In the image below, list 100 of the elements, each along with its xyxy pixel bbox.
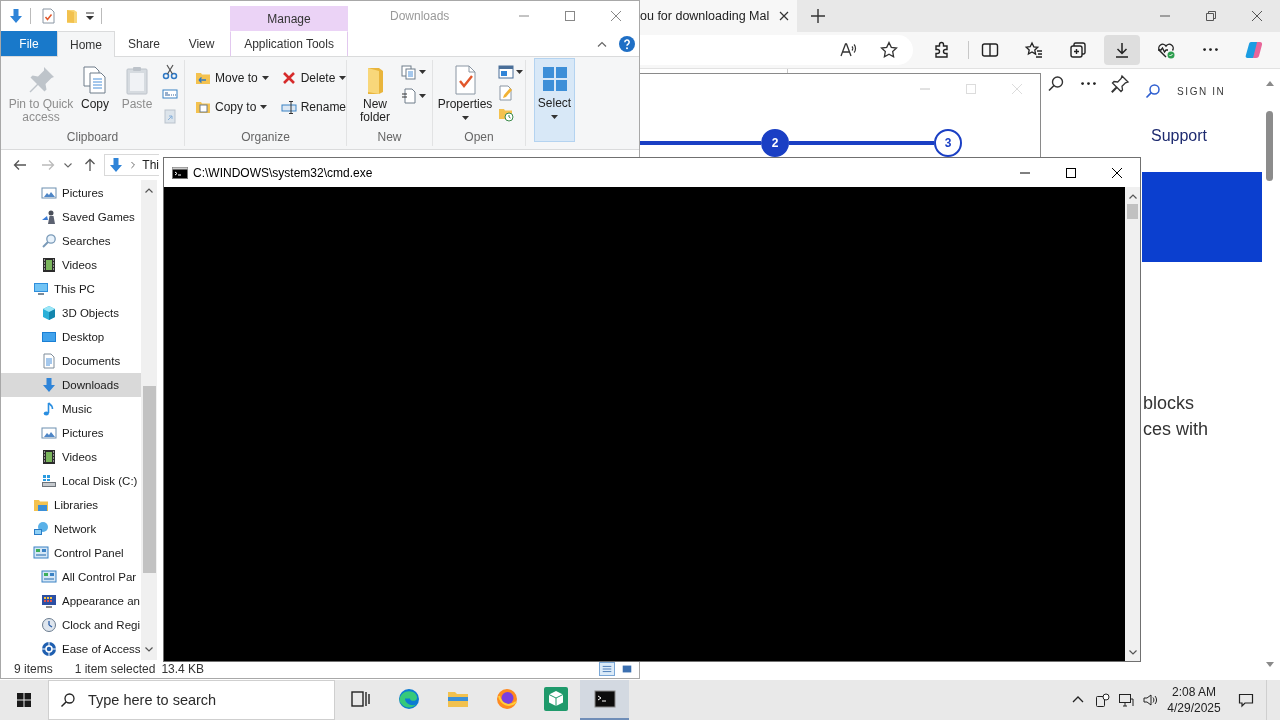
up-arrow-icon[interactable] (82, 157, 98, 173)
scroll-down-arrow-icon[interactable] (1265, 662, 1274, 667)
monitor-icon[interactable] (1118, 692, 1134, 708)
tree-item[interactable]: Pictures (1, 421, 141, 445)
scrollbar[interactable] (141, 180, 157, 660)
download-arrow-icon (41, 377, 57, 393)
caret-icon (339, 76, 347, 80)
tree-item[interactable]: Libraries (1, 493, 141, 517)
star-list-icon (1024, 40, 1044, 60)
contextual-tab-header: Manage (230, 6, 348, 31)
select-button[interactable]: Select (534, 58, 575, 142)
taskbar-button[interactable] (580, 680, 629, 720)
ribbon-button[interactable]: Delete (277, 67, 350, 89)
ribbon-tab[interactable]: View (173, 31, 231, 56)
help-icon[interactable] (619, 35, 635, 52)
search-field[interactable]: Type here to search (48, 680, 335, 720)
control-panel-icon (41, 569, 57, 585)
caret-icon[interactable] (516, 70, 523, 74)
caret-icon[interactable] (419, 94, 426, 98)
speech-bubble-icon[interactable] (1238, 692, 1254, 708)
properties-button[interactable]: Properties (435, 60, 495, 120)
close-icon[interactable] (1252, 11, 1262, 21)
ribbon-button[interactable]: Move to (192, 67, 272, 89)
windows-logo-icon[interactable] (16, 692, 32, 708)
tree-item[interactable]: Saved Games (1, 205, 141, 229)
round-logo-icon (494, 687, 519, 711)
tree-item[interactable]: Music (1, 397, 141, 421)
paragraph-text: blocks ces with (1142, 392, 1209, 441)
scroll-thumb[interactable] (1127, 204, 1138, 219)
sign-in-link[interactable]: SIGN IN (1177, 85, 1226, 97)
checklist-page-icon[interactable] (40, 8, 56, 24)
ribbon-button[interactable]: Copy to (192, 96, 272, 118)
scissors-icon[interactable] (162, 64, 178, 80)
scroll-thumb[interactable] (1266, 111, 1273, 181)
window-icon[interactable] (498, 64, 514, 80)
nav-link[interactable]: Support (1151, 127, 1208, 144)
tree-item[interactable]: Desktop (1, 325, 141, 349)
scroll-up-arrow-icon[interactable] (1265, 81, 1274, 86)
browser-tab[interactable]: ou for downloading Mal (639, 0, 797, 32)
scroll-thumb[interactable] (142, 386, 156, 573)
details-view-icon[interactable] (599, 662, 615, 676)
more-icon[interactable] (1080, 82, 1096, 86)
close-icon[interactable] (1112, 167, 1122, 178)
page-icon[interactable] (401, 88, 417, 104)
caret-icon[interactable] (419, 70, 426, 74)
group-label: Open (463, 129, 495, 146)
copy-button[interactable]: Copy (79, 60, 111, 111)
dropdown-icon[interactable] (85, 11, 95, 21)
tree-item[interactable]: This PC (1, 277, 141, 301)
tree-item[interactable]: Pictures (1, 181, 141, 205)
date-text[interactable]: 4/29/2025 (1167, 700, 1221, 716)
scrollbar[interactable] (1125, 187, 1140, 661)
tree-item[interactable]: All Control Par (1, 565, 141, 589)
tree-item[interactable]: Local Disk (C:) (1, 469, 141, 493)
download-arrow-icon[interactable] (8, 8, 24, 24)
back-arrow-icon[interactable] (12, 157, 28, 173)
ribbon-tab[interactable]: Application Tools (230, 31, 349, 56)
search-icon[interactable] (1046, 74, 1066, 94)
address-field[interactable]: Thi (104, 154, 159, 176)
group-label: Clipboard (65, 129, 120, 146)
logo-icon (1244, 40, 1264, 60)
tree-item[interactable]: Clock and Regi (1, 613, 141, 637)
star-icon[interactable] (879, 40, 899, 60)
network-icon (33, 521, 49, 537)
tree-item[interactable]: Downloads (1, 373, 141, 397)
ribbon-button[interactable]: Rename (277, 96, 350, 118)
tree-item[interactable]: Documents (1, 349, 141, 373)
restore-icon[interactable] (1206, 11, 1216, 21)
tree-item[interactable]: Videos (1, 253, 141, 277)
folder-clock-icon[interactable] (498, 106, 514, 122)
tree-item[interactable]: Control Panel (1, 541, 141, 565)
tree-item[interactable]: Appearance an (1, 589, 141, 613)
time-text[interactable]: 2:08 AM (1172, 684, 1216, 700)
plus-icon[interactable] (811, 9, 825, 23)
clock-icon (41, 617, 57, 633)
chevron-down-icon[interactable] (64, 162, 72, 168)
pin-icon[interactable] (1110, 74, 1130, 94)
control-panel-icon (33, 545, 49, 561)
palette-monitor-icon (41, 593, 57, 609)
tree-item[interactable]: 3D Objects (1, 301, 141, 325)
package-icon (543, 687, 568, 711)
console-icon (592, 687, 617, 711)
toolbar-button[interactable] (1104, 35, 1140, 65)
device-icon[interactable] (1094, 692, 1110, 708)
tree-item[interactable]: Searches (1, 229, 141, 253)
address-field[interactable] (639, 35, 913, 65)
monitor-icon (33, 281, 49, 297)
tree-item[interactable]: Videos (1, 445, 141, 469)
maximize-icon[interactable] (1066, 167, 1076, 178)
desktop-icon (41, 329, 57, 345)
speaker-icon[interactable] (1142, 692, 1158, 708)
new-folder-button[interactable]: New folder (355, 60, 395, 124)
ribbon-tab[interactable]: Share (115, 31, 174, 56)
ribbon-tab[interactable]: Home (57, 31, 115, 57)
tree-item[interactable]: Ease of Access (1, 637, 141, 661)
file-tab[interactable]: File (1, 31, 57, 56)
close-icon[interactable] (779, 11, 789, 21)
film-icon (41, 449, 57, 465)
search-icon[interactable] (1145, 83, 1161, 99)
tree-item[interactable]: Network (1, 517, 141, 541)
